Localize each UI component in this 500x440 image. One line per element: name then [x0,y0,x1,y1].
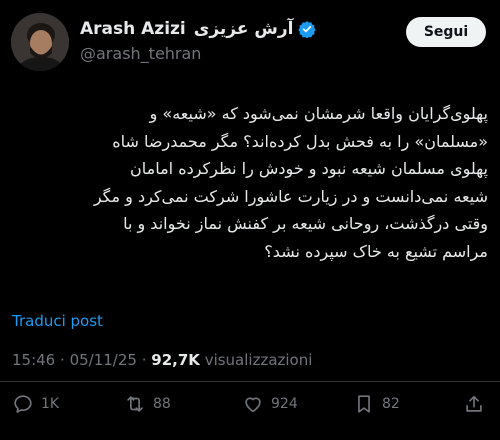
author-name-row[interactable]: Arash Azizi آرش عزیزی [80,19,317,39]
repost-icon [127,396,143,412]
verified-badge-icon [298,21,317,38]
views-label: visualizzazioni [204,351,313,369]
bookmark-icon [358,395,370,413]
reply-button[interactable]: 1K [12,393,59,415]
views-count: 92,7K [151,351,200,369]
tweet-line: پهلوی‌گرایان واقعا شرمشان نمی‌شود که «شی… [149,104,488,123]
bookmark-count: 82 [382,396,400,412]
reply-icon [14,395,32,413]
avatar[interactable] [11,13,69,71]
post-date[interactable]: 05/11/25 [70,351,137,369]
repost-button[interactable]: 88 [124,393,171,415]
share-icon [466,395,482,412]
post-time[interactable]: 15:46 [12,351,55,369]
tweet-line: پهلوی مسلمان شیعه نبود و خودش را نظرکرده… [130,159,488,178]
reply-count: 1K [41,396,60,412]
like-button[interactable]: 924 [242,393,298,415]
tweet-text: پهلوی‌گرایان واقعا شرمشان نمی‌شود که «شی… [12,100,488,265]
tweet-line: مراسم تشیع به خاک سپرده نشد؟ [264,241,488,261]
repost-count: 88 [153,396,171,412]
divider [0,381,500,382]
post-meta: 15:46 · 05/11/25 · 92,7K visualizzazioni [12,351,312,369]
like-count: 924 [271,396,298,412]
action-bar: 1K 88 924 82 [0,388,500,422]
translate-post-link[interactable]: Traduci post [12,312,103,330]
share-button[interactable] [463,393,492,415]
meta-separator: · [141,351,152,369]
author-name-fa[interactable]: آرش عزیزی [194,19,294,39]
bookmark-button[interactable]: 82 [353,393,400,415]
author-handle[interactable]: @arash_tehran [80,44,201,63]
avatar-image [11,13,69,71]
follow-button[interactable]: Segui [406,17,486,47]
meta-separator: · [60,351,70,369]
tweet-line: «مسلمان» را به فحش بدل کرده‌اند؟ مگر محم… [112,131,488,151]
tweet-line: وقتی درگذشت، روحانی شیعه بر کفنش نماز نخ… [123,214,488,233]
author-name[interactable]: Arash Azizi [80,19,186,39]
heart-icon [245,397,261,413]
tweet-line: شیعه نمی‌دانست و در زیارت عاشورا شرکت نم… [93,186,488,206]
